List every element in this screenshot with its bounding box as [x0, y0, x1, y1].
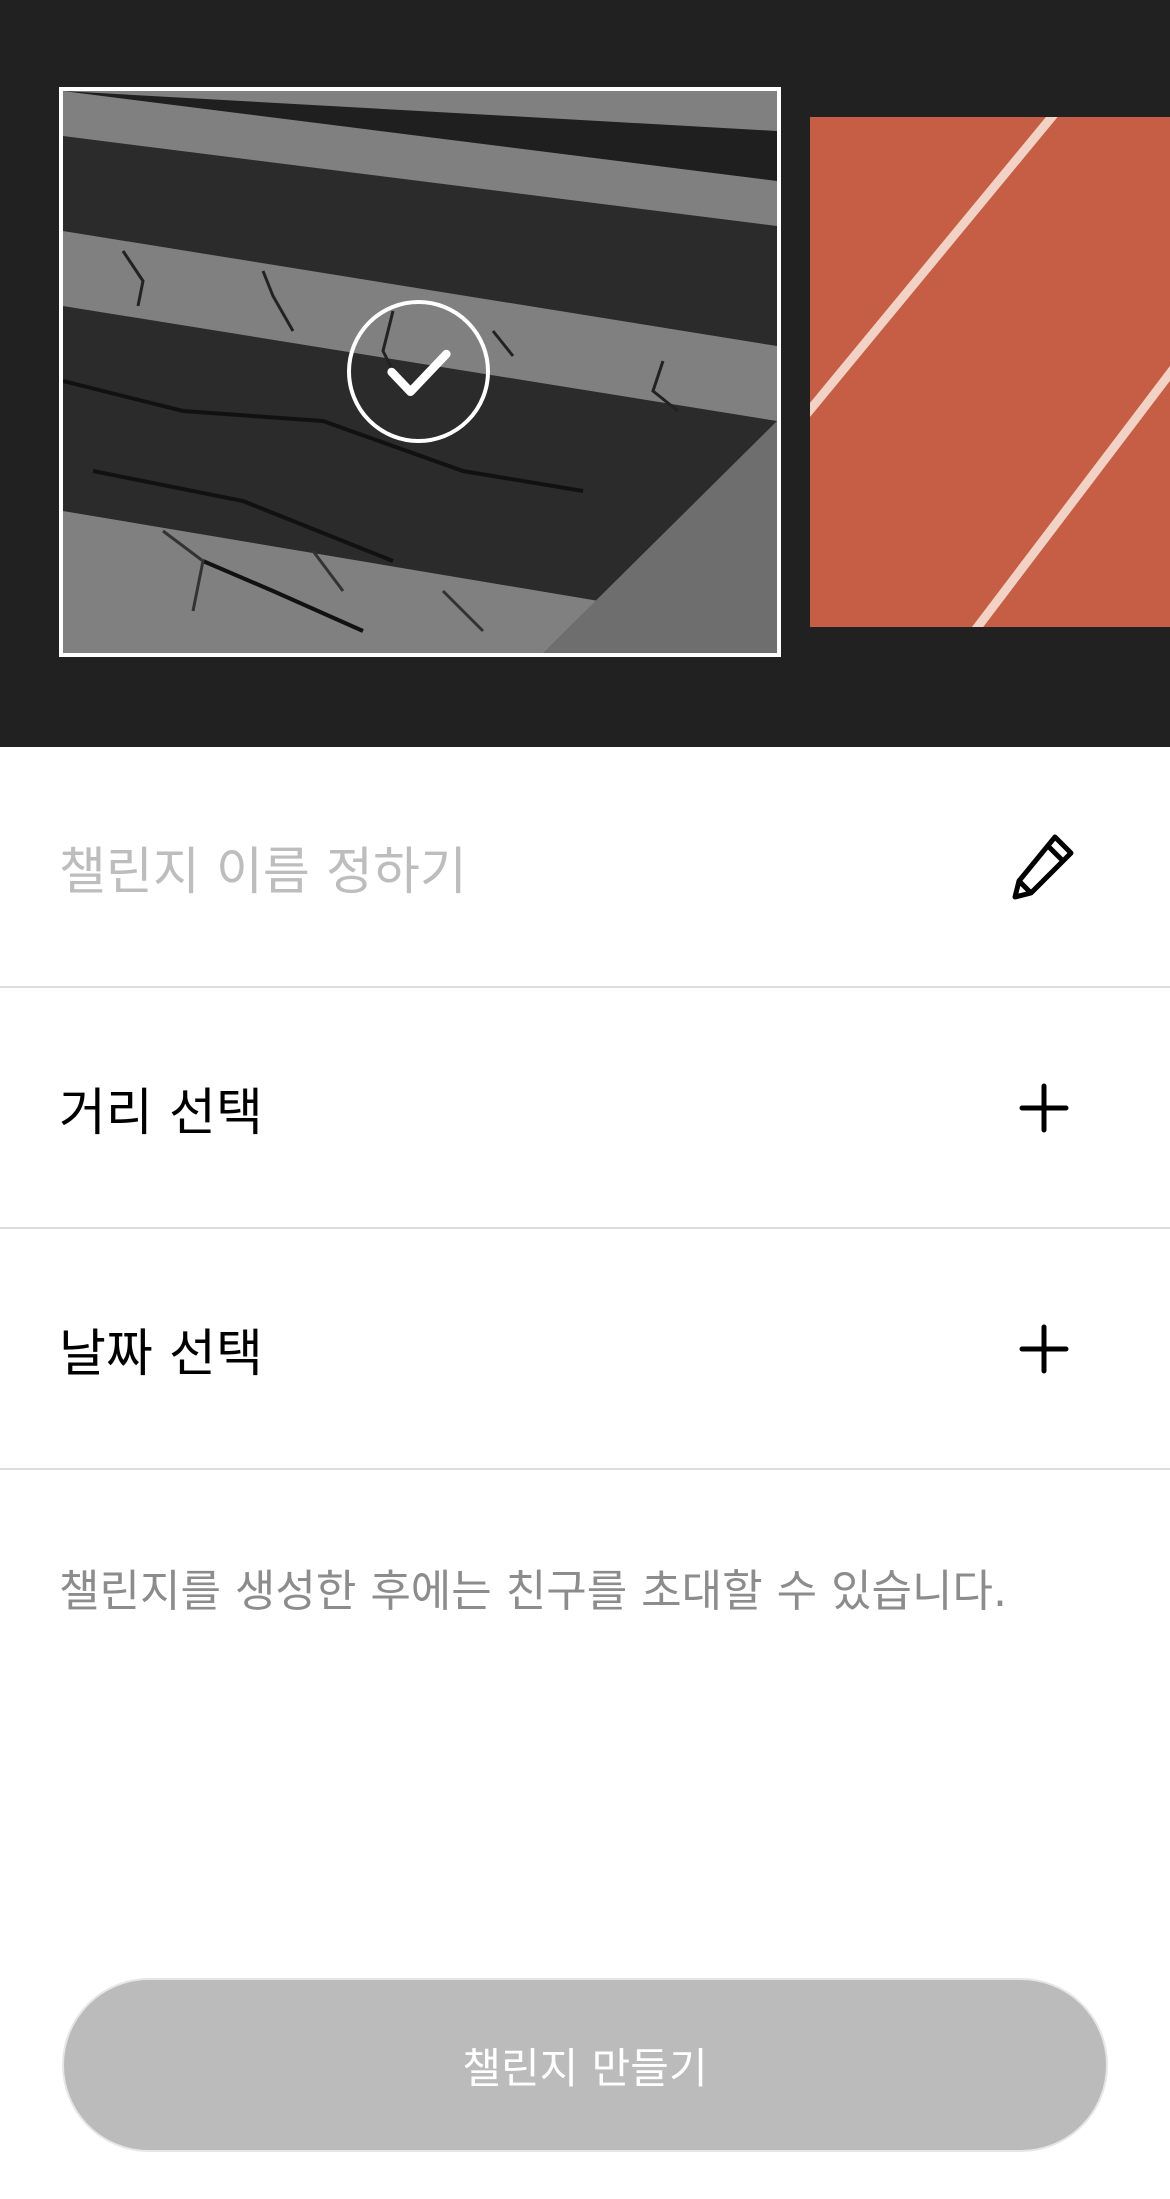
carousel-image-running-track[interactable]	[810, 117, 1170, 627]
selected-check-icon	[347, 300, 490, 443]
distance-select-label: 거리 선택	[59, 1083, 263, 1143]
running-track-image	[810, 117, 1170, 627]
pencil-icon[interactable]	[1005, 827, 1085, 907]
carousel-image-crosswalk-selected[interactable]	[59, 87, 781, 657]
date-select-row[interactable]: 날짜 선택	[0, 1229, 1170, 1470]
challenge-name-row[interactable]: 챌린지 이름 정하기	[0, 747, 1170, 988]
challenge-name-input[interactable]: 챌린지 이름 정하기	[59, 830, 467, 904]
plus-icon[interactable]	[1004, 1068, 1084, 1148]
date-select-label: 날짜 선택	[59, 1324, 263, 1384]
plus-icon[interactable]	[1004, 1309, 1084, 1389]
image-carousel[interactable]	[0, 0, 1170, 747]
create-challenge-button[interactable]: 챌린지 만들기	[62, 1978, 1108, 2152]
invite-info-text: 챌린지를 생성한 후에는 친구를 초대할 수 있습니다.	[59, 1566, 1007, 1617]
distance-select-row[interactable]: 거리 선택	[0, 988, 1170, 1229]
